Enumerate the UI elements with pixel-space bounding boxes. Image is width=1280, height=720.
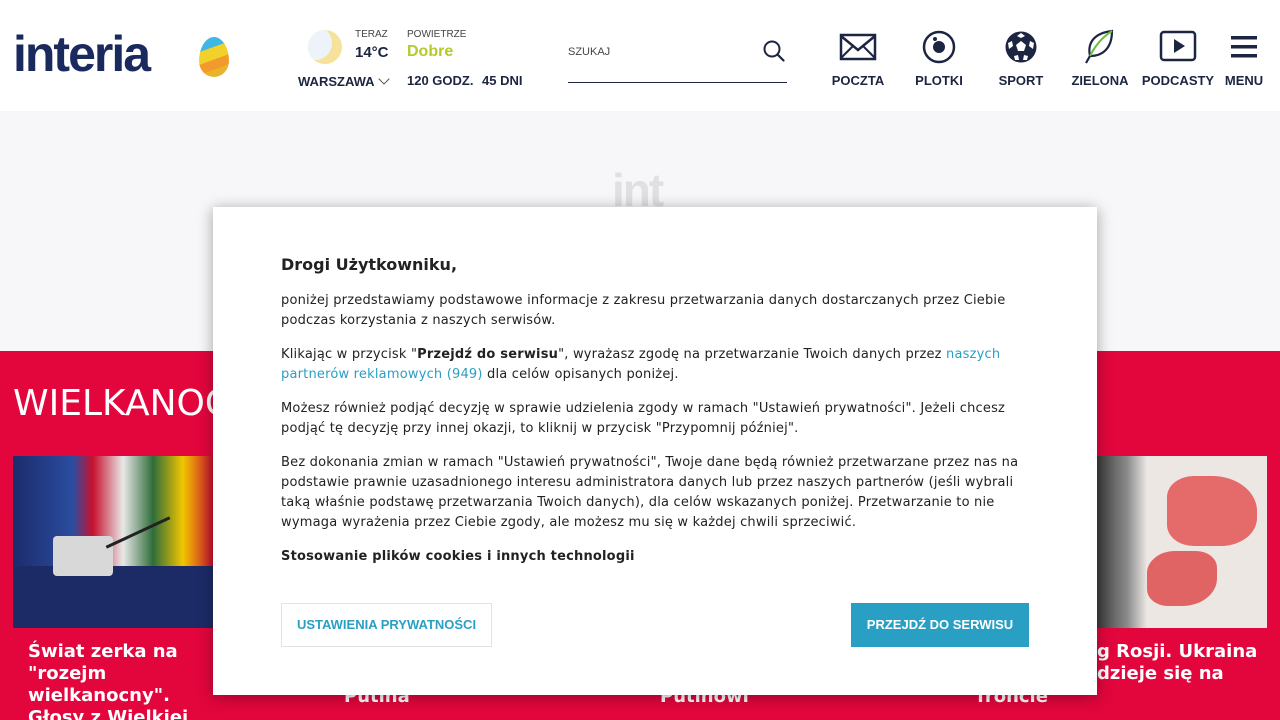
air-label: POWIETRZE [407, 29, 467, 40]
plotki-icon [922, 30, 956, 64]
image-detail [1147, 551, 1217, 606]
moon-icon [308, 30, 342, 64]
privacy-settings-button[interactable]: USTAWIENIA PRYWATNOŚCI [281, 603, 492, 647]
consent-paragraph: poniżej przedstawiamy podstawowe informa… [281, 293, 1006, 328]
nav-menu[interactable]: MENU [1222, 26, 1266, 96]
nav-label: ZIELONA [1071, 73, 1129, 88]
text-fragment: dla celów opisanych poniżej. [482, 367, 679, 382]
text-fragment: Klikając w przycisk " [281, 347, 418, 362]
search-label: SZUKAJ [568, 46, 611, 58]
nav-sport[interactable]: SPORT [985, 26, 1057, 96]
news-image-parliament[interactable] [13, 456, 213, 628]
search-icon[interactable] [763, 40, 785, 62]
interia-logo[interactable]: interia [13, 26, 233, 85]
consent-paragraph: Bez dokonania zmian w ramach "Ustawień p… [281, 455, 1019, 530]
image-detail [13, 536, 213, 628]
news-image-map[interactable] [1097, 456, 1267, 628]
weather-temperature: 14°C [355, 44, 389, 61]
weather-now-label: TERAZ [355, 29, 388, 40]
weather-city: WARSZAWA [298, 74, 375, 89]
air-quality-value[interactable]: Dobre [407, 43, 453, 61]
news-card-title[interactable]: Świat zerka na "rozejm wielkanocny". Gło… [28, 641, 218, 720]
consent-paragraph: Możesz również podjąć decyzję w sprawie … [281, 401, 1006, 436]
hamburger-menu-icon [1231, 36, 1257, 58]
logo-text: interia [13, 26, 151, 82]
forecast-hours-link[interactable]: 120 GODZ. [407, 73, 473, 88]
weather-city-select[interactable]: WARSZAWA [298, 73, 390, 89]
nav-label: PLOTKI [915, 73, 963, 88]
weather-widget[interactable]: TERAZ 14°C WARSZAWA [298, 26, 398, 96]
forecast-days-link[interactable]: 45 DNI [482, 73, 522, 88]
nav-label: MENU [1224, 73, 1264, 88]
nav-label: SPORT [998, 73, 1044, 88]
nav-label: PODCASTY [1141, 73, 1215, 88]
go-to-service-button[interactable]: PRZEJDŹ DO SERWISU [851, 603, 1029, 647]
bold-fragment: Przejdź do serwisu [417, 347, 559, 362]
image-detail [1167, 476, 1257, 546]
text-fragment: ", wyrażasz zgodę na przetwarzanie Twoic… [558, 347, 947, 362]
nav-plotki[interactable]: PLOTKI [903, 26, 975, 96]
air-quality-widget: POWIETRZE Dobre 120 GODZ. 45 DNI [407, 26, 547, 96]
nav-podcasty[interactable]: PODCASTY [1141, 26, 1215, 96]
news-card-title[interactable]: g Rosji. Ukraina dzieje się na [1097, 641, 1267, 685]
chevron-down-icon [377, 73, 390, 85]
image-detail [1097, 456, 1147, 628]
search-field[interactable]: SZUKAJ [568, 34, 787, 83]
cookies-heading[interactable]: Stosowanie plików cookies i innych techn… [281, 549, 635, 564]
image-detail [105, 516, 171, 549]
consent-dialog: Drogi Użytkowniku, poniżej przedstawiamy… [213, 207, 1097, 695]
play-icon [1159, 30, 1197, 62]
nav-zielona[interactable]: ZIELONA [1064, 26, 1136, 96]
nav-poczta[interactable]: POCZTA [822, 26, 894, 96]
dialog-title: Drogi Użytkowniku, [281, 255, 458, 274]
leaf-icon [1085, 29, 1114, 64]
nav-label: POCZTA [831, 73, 885, 88]
easter-egg-icon [199, 37, 229, 77]
top-header: interia TERAZ 14°C WARSZAWA POWIETRZE Do… [0, 0, 1280, 111]
consent-paragraph: Klikając w przycisk "Przejdź do serwisu"… [281, 345, 1031, 385]
soccer-ball-icon [1005, 31, 1037, 63]
dialog-body: poniżej przedstawiamy podstawowe informa… [281, 291, 1031, 581]
consent-subheading: Stosowanie plików cookies i innych techn… [281, 547, 1031, 567]
mail-icon [839, 33, 877, 61]
section-title[interactable]: WIELKANOC [13, 383, 230, 424]
